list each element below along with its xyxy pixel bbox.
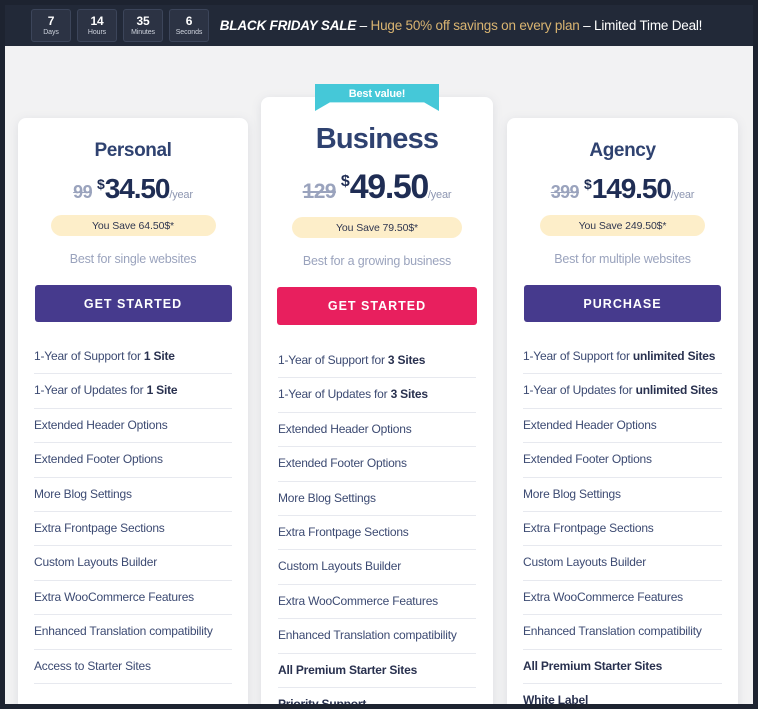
feature-emphasis: 3 Sites (390, 387, 428, 402)
cta-button-personal[interactable]: GET STARTED (34, 285, 232, 322)
countdown-minutes-value: 35 (136, 14, 150, 28)
countdown-days-label: Days (43, 29, 59, 36)
feature-item: Custom Layouts Builder (278, 550, 476, 585)
countdown-hours-value: 14 (90, 14, 104, 28)
feature-item: 1-Year of Updates for 1 Site (34, 374, 232, 409)
feature-emphasis: 1 Site (146, 383, 178, 398)
feature-item: 1-Year of Support for unlimited Sites (523, 340, 722, 375)
countdown-box-minutes: 35 Minutes (123, 9, 163, 42)
countdown-box-hours: 14 Hours (77, 9, 117, 42)
feature-item: 1-Year of Updates for 3 Sites (278, 378, 476, 413)
feature-item: Custom Layouts Builder (34, 546, 232, 581)
cta-button-business[interactable]: GET STARTED (277, 287, 477, 325)
price-original-agency: 399 (550, 182, 580, 202)
countdown-box-days: 7 Days (31, 9, 71, 42)
price-currency-personal: $ (96, 176, 105, 192)
promo-bar: 7 Days 14 Hours 35 Minutes 6 Seconds BLA… (5, 5, 753, 46)
save-badge-personal: You Save 64.50$* (50, 215, 216, 236)
save-badge-business: You Save 79.50$* (292, 217, 462, 238)
feature-item: Extra Frontpage Sections (34, 512, 232, 547)
feature-emphasis: unlimited Sites (632, 349, 716, 363)
price-period-personal: /year (169, 189, 193, 201)
feature-item: Extended Header Options (278, 413, 476, 448)
promo-separator-1: – (356, 18, 371, 33)
pricing-card-business: Best value! Business 129 $ 49.50 /year Y… (261, 84, 493, 704)
feature-item: Extra WooCommerce Features (278, 585, 476, 620)
plan-title-personal: Personal (94, 140, 172, 161)
plan-subtitle-agency: Best for multiple websites (554, 252, 691, 266)
price-currency-business: $ (340, 173, 350, 190)
countdown-seconds-label: Seconds (175, 29, 203, 36)
feature-item: 1-Year of Support for 3 Sites (278, 344, 476, 379)
card-header-agency: Agency 399 $ 149.50 /year You Save 249.5… (507, 118, 738, 266)
feature-item: All Premium Starter Sites (523, 650, 722, 684)
feature-item: More Blog Settings (523, 478, 722, 512)
price-original-business: 129 (302, 180, 337, 203)
promo-separator-2: – (579, 18, 595, 33)
price-row-agency: 399 $ 149.50 /year (507, 173, 738, 205)
feature-item: Extra WooCommerce Features (34, 581, 232, 616)
card-header-personal: Personal 99 $ 34.50 /year You Save 64.50… (18, 118, 248, 266)
feature-list-personal: 1-Year of Support for 1 Site 1-Year of Up… (34, 340, 232, 684)
price-row-personal: 99 $ 34.50 /year (18, 173, 248, 205)
price-current-personal: 34.50 (104, 173, 171, 204)
price-current-business: 49.50 (349, 168, 429, 206)
promo-headline: BLACK FRIDAY SALE (219, 18, 357, 33)
price-current-agency: 149.50 (591, 173, 672, 204)
feature-item: Extended Footer Options (523, 443, 722, 478)
countdown-box-seconds: 6 Seconds (169, 9, 209, 42)
feature-item: More Blog Settings (278, 482, 476, 516)
plan-subtitle-personal: Best for single websites (69, 252, 197, 266)
feature-item: Extra Frontpage Sections (523, 512, 722, 547)
countdown-minutes-label: Minutes (131, 29, 155, 36)
pricing-page: 7 Days 14 Hours 35 Minutes 6 Seconds BLA… (0, 0, 758, 709)
cta-button-agency[interactable]: PURCHASE (524, 285, 721, 322)
plan-title-agency: Agency (589, 140, 656, 161)
feature-list-agency: 1-Year of Support for unlimited Sites 1-Y… (523, 340, 722, 704)
feature-item: All Premium Starter Sites (278, 654, 476, 688)
feature-item: White Label (523, 684, 722, 704)
feature-item: Enhanced Translation compatibility (523, 615, 722, 650)
price-period-agency: /year (670, 189, 695, 201)
feature-item: Priority Support (278, 688, 476, 704)
feature-list-business: 1-Year of Support for 3 Sites 1-Year of U… (278, 344, 476, 704)
save-badge-agency: You Save 249.50$* (540, 215, 705, 236)
pricing-card-personal: Personal 99 $ 34.50 /year You Save 64.50… (18, 118, 248, 704)
feature-item: Access to Starter Sites (34, 650, 232, 684)
feature-emphasis: unlimited Sites (635, 383, 719, 398)
countdown-timer: 7 Days 14 Hours 35 Minutes 6 Seconds (31, 9, 209, 42)
feature-emphasis: 1 Site (143, 349, 175, 363)
countdown-hours-label: Hours (87, 29, 107, 36)
plan-title-business: Business (315, 123, 439, 155)
promo-message: BLACK FRIDAY SALE – Huge 50% off savings… (209, 18, 753, 33)
feature-item: More Blog Settings (34, 478, 232, 512)
feature-item: Extended Header Options (523, 409, 722, 444)
promo-tail: Limited Time Deal! (594, 18, 703, 33)
countdown-seconds-value: 6 (185, 14, 193, 28)
feature-item: Extra Frontpage Sections (278, 516, 476, 551)
feature-item: Enhanced Translation compatibility (278, 619, 476, 654)
feature-item: Extra WooCommerce Features (523, 581, 722, 616)
price-row-business: 129 $ 49.50 /year (261, 168, 493, 207)
feature-item: 1-Year of Updates for unlimited Sites (523, 374, 722, 409)
countdown-days-value: 7 (47, 14, 55, 28)
card-header-business: Business 129 $ 49.50 /year You Save 79.5… (261, 97, 493, 268)
promo-highlight: Huge 50% off savings on every plan (370, 18, 580, 33)
feature-emphasis: 3 Sites (387, 353, 426, 367)
plan-subtitle-business: Best for a growing business (302, 254, 452, 268)
feature-item: Extended Footer Options (34, 443, 232, 478)
feature-item: Enhanced Translation compatibility (34, 615, 232, 650)
pricing-card-agency: Agency 399 $ 149.50 /year You Save 249.5… (507, 118, 738, 704)
price-currency-agency: $ (583, 176, 592, 192)
feature-item: Custom Layouts Builder (523, 546, 722, 581)
price-period-business: /year (427, 189, 452, 201)
feature-item: 1-Year of Support for 1 Site (34, 340, 232, 375)
feature-item: Extended Header Options (34, 409, 232, 444)
price-original-personal: 99 (73, 182, 92, 202)
feature-item: Extended Footer Options (278, 447, 476, 482)
pricing-cards: Personal 99 $ 34.50 /year You Save 64.50… (5, 46, 753, 704)
